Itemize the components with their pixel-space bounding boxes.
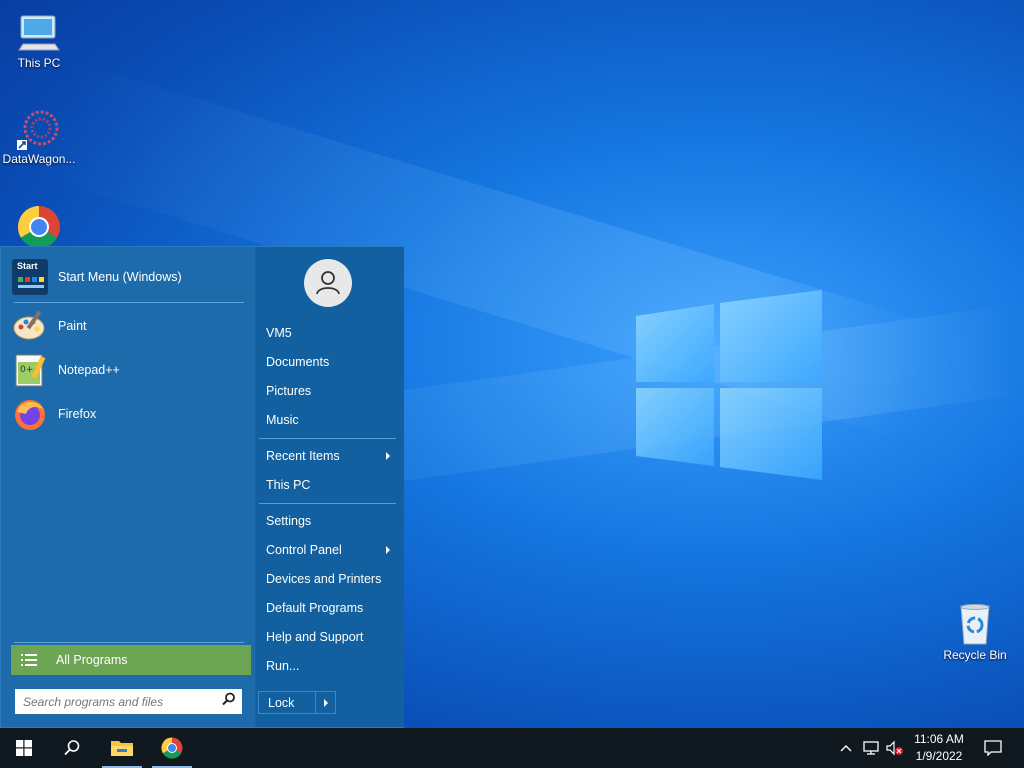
pinned-item-paint[interactable]: Paint — [12, 306, 246, 346]
lock-label: Lock — [268, 695, 295, 710]
notepadpp-icon: 0++ — [12, 352, 48, 388]
search-input[interactable] — [21, 693, 222, 710]
desktop-icon-chrome[interactable] — [1, 205, 77, 251]
search-icon[interactable] — [222, 692, 236, 711]
lock-button[interactable]: Lock — [258, 691, 336, 714]
menu-item-default-programs[interactable]: Default Programs — [266, 601, 396, 615]
chrome-icon — [17, 205, 61, 249]
menu-item-recent-items[interactable]: Recent Items — [266, 449, 396, 463]
menu-item-music[interactable]: Music — [266, 413, 396, 427]
desktop-icon-label: This PC — [17, 56, 61, 70]
taskbar-clock[interactable]: 11:06 AM 1/9/2022 — [900, 731, 978, 765]
divider — [14, 302, 244, 303]
user-avatar[interactable] — [304, 259, 352, 307]
chrome-icon — [161, 737, 183, 759]
desktop-icon-recycle-bin[interactable]: Recycle Bin — [937, 602, 1013, 662]
pinned-item-firefox[interactable]: Firefox — [12, 394, 246, 434]
pinned-item-notepadpp[interactable]: 0++ Notepad++ — [12, 350, 246, 390]
search-box[interactable] — [15, 689, 242, 714]
desktop-icon-label: DataWagon... — [2, 152, 76, 166]
recycle-bin-icon — [953, 602, 997, 646]
divider — [259, 503, 396, 504]
lock-options-arrow-icon[interactable] — [315, 692, 335, 713]
divider — [14, 642, 244, 643]
desktop-icon-this-pc[interactable]: This PC — [1, 10, 77, 70]
start-menu-app-icon: Start — [12, 259, 48, 295]
divider — [259, 438, 396, 439]
network-icon[interactable] — [860, 728, 882, 768]
clock-date: 1/9/2022 — [915, 749, 963, 763]
firefox-icon — [12, 396, 48, 432]
pinned-item-label: Firefox — [58, 407, 97, 421]
show-hidden-icons-chevron-up-icon[interactable] — [836, 728, 856, 768]
menu-item-this-pc[interactable]: This PC — [266, 478, 396, 492]
taskbar-chrome[interactable] — [148, 728, 196, 768]
menu-item-settings[interactable]: Settings — [266, 514, 396, 528]
datawagon-icon — [17, 106, 61, 150]
pinned-item-label: Start Menu (Windows) — [58, 270, 182, 284]
action-center-notification-icon[interactable] — [978, 728, 1008, 768]
menu-item-help-support[interactable]: Help and Support — [266, 630, 396, 644]
all-programs-label: All Programs — [56, 653, 128, 667]
taskbar: 11:06 AM 1/9/2022 — [0, 728, 1024, 768]
windows-logo-wallpaper — [636, 290, 822, 480]
taskbar-file-explorer[interactable] — [98, 728, 146, 768]
desktop-icon-datawagon[interactable]: DataWagon... — [1, 106, 77, 166]
clock-time: 11:06 AM — [914, 732, 964, 746]
windows-start-icon — [16, 740, 32, 756]
menu-item-run[interactable]: Run... — [266, 659, 396, 673]
menu-item-control-panel[interactable]: Control Panel — [266, 543, 396, 557]
submenu-arrow-icon — [386, 546, 390, 554]
pinned-item-label: Notepad++ — [58, 363, 120, 377]
pinned-item-label: Paint — [58, 319, 87, 333]
menu-item-pictures[interactable]: Pictures — [266, 384, 396, 398]
computer-icon — [17, 10, 61, 54]
list-icon — [21, 653, 37, 667]
menu-item-user[interactable]: VM5 — [266, 326, 396, 340]
search-icon — [64, 740, 80, 756]
submenu-arrow-icon — [386, 452, 390, 460]
pinned-item-start-menu[interactable]: Start Start Menu (Windows) — [12, 257, 246, 297]
menu-item-documents[interactable]: Documents — [266, 355, 396, 369]
start-button[interactable] — [0, 728, 48, 768]
taskbar-search-button[interactable] — [48, 728, 96, 768]
menu-item-devices-printers[interactable]: Devices and Printers — [266, 572, 396, 586]
all-programs-button[interactable]: All Programs — [11, 645, 251, 675]
paint-icon — [12, 308, 48, 344]
folder-icon — [111, 741, 133, 756]
desktop-icon-label: Recycle Bin — [943, 648, 1007, 662]
